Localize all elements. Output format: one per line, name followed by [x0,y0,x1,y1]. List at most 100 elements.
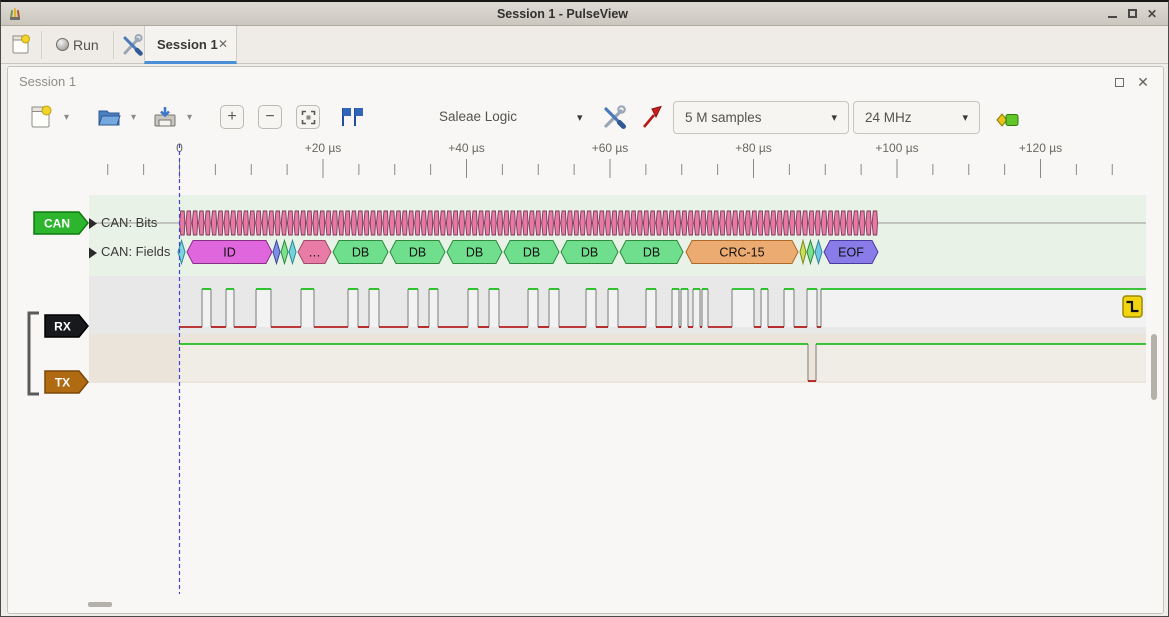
can-bit[interactable] [497,211,502,235]
can-bit[interactable] [364,211,369,235]
close-button[interactable]: ✕ [1142,4,1162,24]
can-field[interactable] [281,241,288,264]
can-bit[interactable] [408,211,413,235]
can-bit[interactable] [472,211,477,235]
can-bit[interactable] [828,211,833,235]
can-bit[interactable] [739,211,744,235]
can-bit[interactable] [351,211,356,235]
can-bit[interactable] [726,211,731,235]
can-bit[interactable] [796,211,801,235]
can-bit[interactable] [230,211,235,235]
channels-button[interactable] [638,103,666,131]
save-dropdown-arrow[interactable]: ▾ [187,112,192,123]
can-bit[interactable] [180,211,185,235]
can-bit[interactable] [745,211,750,235]
can-bit[interactable] [542,211,547,235]
can-bit[interactable] [866,211,871,235]
can-bit[interactable] [218,211,223,235]
can-bit[interactable] [459,211,464,235]
can-bit[interactable] [764,211,769,235]
titlebar[interactable]: Session 1 - PulseView ✕ [1,2,1168,26]
can-field[interactable] [273,241,280,264]
expander-icon[interactable] [89,218,97,229]
can-bit[interactable] [256,211,261,235]
can-bit[interactable] [440,211,445,235]
can-bit[interactable] [834,211,839,235]
can-bit[interactable] [281,211,286,235]
sample-rate-select[interactable]: 24 MHz ▾ [853,101,980,134]
can-bit[interactable] [732,211,737,235]
can-bit[interactable] [402,211,407,235]
can-bit[interactable] [859,211,864,235]
can-bit[interactable] [650,211,655,235]
can-bit[interactable] [624,211,629,235]
can-bit[interactable] [643,211,648,235]
can-bit[interactable] [478,211,483,235]
can-bit[interactable] [637,211,642,235]
zoom-in-button[interactable]: + [220,105,244,129]
can-bit[interactable] [345,211,350,235]
can-bit[interactable] [612,211,617,235]
can-bit[interactable] [516,211,521,235]
device-dropdown-arrow[interactable]: ▾ [577,111,583,124]
can-bit[interactable] [707,211,712,235]
can-bit[interactable] [269,211,274,235]
new-view-button[interactable] [27,103,55,131]
can-bit[interactable] [446,211,451,235]
can-bit[interactable] [535,211,540,235]
can-bit[interactable] [751,211,756,235]
open-button[interactable] [95,103,123,131]
can-bit[interactable] [307,211,312,235]
maximize-button[interactable] [1122,4,1142,24]
can-bit[interactable] [605,211,610,235]
can-bit[interactable] [580,211,585,235]
can-bit[interactable] [300,211,305,235]
can-trace-tag[interactable]: CAN [34,212,88,234]
can-bit[interactable] [815,211,820,235]
can-bit[interactable] [377,211,382,235]
can-bit[interactable] [790,211,795,235]
decoder-row-label-fields[interactable]: CAN: Fields [101,244,170,259]
can-bit[interactable] [434,211,439,235]
can-field[interactable] [289,241,296,264]
show-cursors-button[interactable] [337,103,365,131]
configure-device-button[interactable] [600,103,628,131]
can-bit[interactable] [529,211,534,235]
rx-trace-tag[interactable]: RX [45,315,88,337]
can-bit[interactable] [713,211,718,235]
can-bit[interactable] [370,211,375,235]
panel-close-button[interactable]: ✕ [1133,73,1153,91]
can-bit[interactable] [288,211,293,235]
can-bit[interactable] [554,211,559,235]
can-bit[interactable] [504,211,509,235]
can-bit[interactable] [294,211,299,235]
can-bit[interactable] [599,211,604,235]
can-bit[interactable] [491,211,496,235]
decoder-row-label-bits[interactable]: CAN: Bits [101,215,157,230]
can-bit[interactable] [656,211,661,235]
can-bit[interactable] [840,211,845,235]
minimize-button[interactable] [1102,4,1122,24]
trace-view[interactable]: ID…DBDBDBDBDBDBCRC-15EOFCANRXTX [1,142,1169,597]
run-button[interactable]: Run [73,37,99,53]
can-bit[interactable] [593,211,598,235]
can-bit[interactable] [853,211,858,235]
can-bit[interactable] [319,211,324,235]
can-bit[interactable] [192,211,197,235]
can-bit[interactable] [357,211,362,235]
can-bit[interactable] [237,211,242,235]
open-dropdown-arrow[interactable]: ▾ [131,112,136,123]
tab-close-icon[interactable]: ✕ [218,37,228,51]
can-bit[interactable] [631,211,636,235]
can-bit[interactable] [758,211,763,235]
can-bit[interactable] [332,211,337,235]
can-bit[interactable] [396,211,401,235]
device-select[interactable]: Saleae Logic [439,109,517,124]
expander-icon[interactable] [89,248,97,259]
can-bit[interactable] [199,211,204,235]
zoom-fit-button[interactable] [296,105,320,129]
can-bit[interactable] [249,211,254,235]
can-bit[interactable] [783,211,788,235]
can-bit[interactable] [427,211,432,235]
can-bit[interactable] [466,211,471,235]
